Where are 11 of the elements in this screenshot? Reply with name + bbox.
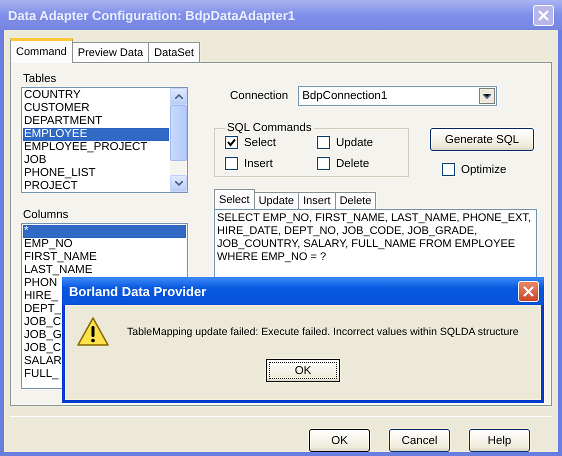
sql-text: SELECT EMP_NO, FIRST_NAME, LAST_NAME, PHONE_EXT, [217,212,532,225]
window-title: Data Adapter Configuration: BdpDataAdapter1 [8,8,295,22]
sql-text: HIRE_DATE, DEPT_NO, JOB_CODE, JOB_GRADE, [217,225,478,238]
columns-label: Columns [23,209,70,221]
group-title: SQL Commands [226,122,313,134]
sql-text: WHERE EMP_NO = ? [217,251,328,264]
tables-label: Tables [23,73,58,85]
sql-text: JOB_COUNTRY, SALARY, FULL_NAME FROM EMPLOYEE [217,238,516,251]
connection-label: Connection [230,90,288,102]
error-message: TableMapping update failed: Execute failed. Incorrect values within SQLDA structure [127,326,519,338]
dialog-title: Borland Data Provider [69,284,206,298]
